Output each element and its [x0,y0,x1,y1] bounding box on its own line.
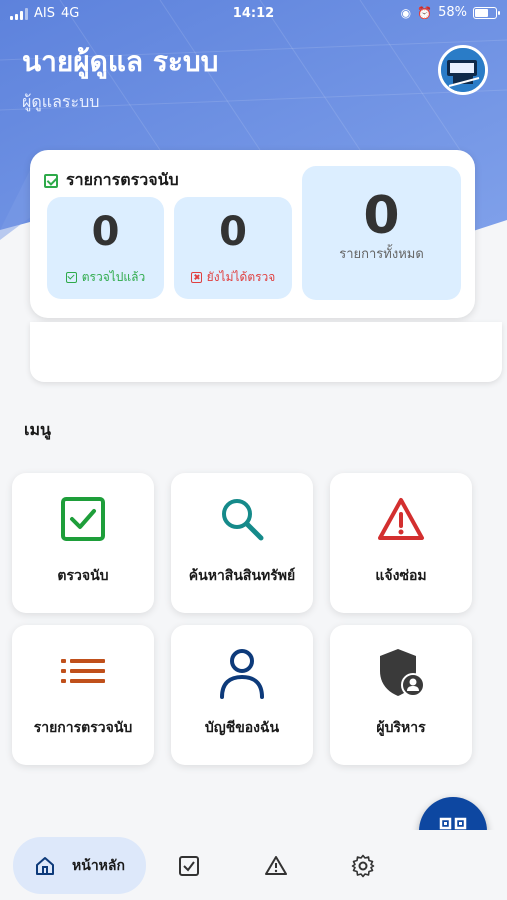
nav-inspect[interactable] [177,854,201,878]
menu-tile-report-repair[interactable]: แจ้งซ่อม [330,473,472,613]
total-count-tile[interactable]: 0 รายการทั้งหมด [302,166,461,300]
checked-label: ตรวจไปแล้ว [47,268,164,287]
checked-count: 0 [91,209,120,255]
gear-icon [351,854,375,878]
inspection-summary-card: รายการตรวจนับ 0 ตรวจไปแล้ว 0 ยังไม่ได้ตร… [30,150,475,318]
battery-percent: 58% [438,5,467,20]
avatar-image [441,48,485,92]
orientation-lock-icon: ◉ [400,5,412,20]
user-icon [220,649,264,699]
avatar[interactable] [438,45,488,95]
menu-tile-search-assets[interactable]: ค้นหาสินสินทรัพย์ [171,473,313,613]
unchecked-count: 0 [219,209,247,255]
home-icon [36,856,55,875]
menu-tile-executive[interactable]: ผู้บริหาร [330,625,472,765]
list-icon [61,659,105,683]
menu-tile-label: ตรวจนับ [57,568,109,584]
menu-heading: เมนู [24,420,51,439]
total-label: รายการทั้งหมด [339,247,424,262]
user-name: นายผู้ดูแล ระบบ [22,45,219,78]
search-icon [222,499,264,541]
menu-tile-my-account[interactable]: บัญชีของฉัน [171,625,313,765]
check-icon [65,272,77,283]
menu-tile-label: แจ้งซ่อม [375,568,427,584]
summary-title: รายการตรวจนับ [44,168,179,193]
menu-tile-label: บัญชีของฉัน [204,720,280,736]
alarm-icon: ⏰ [417,5,433,20]
x-box-icon [190,272,202,283]
checkbox-icon [179,856,199,876]
checked-count-tile[interactable]: 0 ตรวจไปแล้ว [47,197,164,299]
user-role: ผู้ดูแลระบบ [22,92,100,111]
nav-home-label: หน้าหลัก [72,857,125,874]
empty-panel [30,322,502,382]
unchecked-label: ยังไม่ได้ตรวจ [174,268,292,287]
admin-shield-icon [380,649,425,697]
warning-icon [265,856,287,875]
warning-icon [378,498,424,540]
battery-icon [473,6,500,19]
menu-tile-inspect[interactable]: ตรวจนับ [12,473,154,613]
menu-tile-label: ค้นหาสินสินทรัพย์ [188,568,296,584]
nav-report[interactable] [264,854,288,878]
checked-label-text: ตรวจไปแล้ว [81,270,146,284]
bottom-navigation: หน้าหลัก [0,830,507,900]
unchecked-count-tile[interactable]: 0 ยังไม่ได้ตรวจ [174,197,292,299]
checkbox-icon [44,173,58,188]
nav-settings[interactable] [351,854,375,878]
menu-tile-label: รายการตรวจนับ [33,720,133,736]
total-count: 0 [363,186,400,246]
nav-home[interactable]: หน้าหลัก [13,837,146,894]
menu-tile-inspection-list[interactable]: รายการตรวจนับ [12,625,154,765]
unchecked-label-text: ยังไม่ได้ตรวจ [206,270,276,284]
checkbox-icon [61,497,105,541]
status-bar: AIS 4G 14:12 ◉ ⏰ 58% [0,0,507,28]
summary-title-label: รายการตรวจนับ [66,170,179,189]
menu-tile-label: ผู้บริหาร [376,720,426,736]
